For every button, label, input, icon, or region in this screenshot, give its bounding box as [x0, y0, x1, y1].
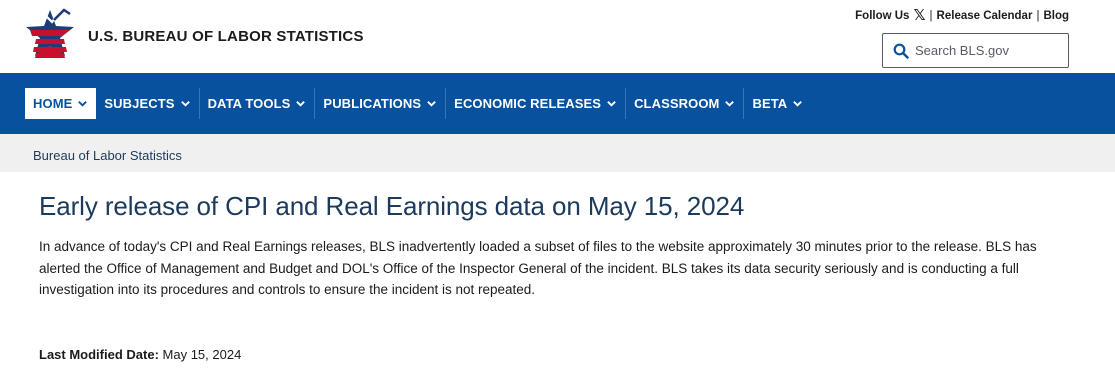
nav-item-classroom[interactable]: CLASSROOM: [626, 88, 743, 119]
chevron-down-icon: [607, 101, 616, 107]
main-nav: HOME SUBJECTS DATA TOOLS PUBLICATIONS EC…: [0, 73, 1115, 134]
notice-paragraph: In advance of today's CPI and Real Earni…: [39, 239, 1037, 297]
search-icon[interactable]: [893, 43, 909, 59]
site-header: U.S. BUREAU OF LABOR STATISTICS Follow U…: [0, 0, 1115, 73]
search-input[interactable]: [915, 43, 1065, 58]
blog-link[interactable]: Blog: [1043, 10, 1069, 22]
search-box[interactable]: [882, 33, 1069, 68]
breadcrumb-link-home[interactable]: Bureau of Labor Statistics: [33, 148, 182, 163]
nav-item-label: PUBLICATIONS: [323, 96, 422, 111]
last-modified-value: May 15, 2024: [162, 347, 242, 362]
nav-item-economic-releases[interactable]: ECONOMIC RELEASES: [446, 88, 625, 119]
last-modified-label: Last Modified Date:: [39, 347, 159, 362]
nav-item-label: DATA TOOLS: [207, 96, 291, 111]
nav-item-data-tools[interactable]: DATA TOOLS: [200, 88, 315, 119]
nav-item-label: HOME: [33, 96, 73, 111]
release-calendar-link[interactable]: Release Calendar: [937, 10, 1033, 22]
x-social-icon[interactable]: 𝕏: [913, 8, 925, 23]
link-separator: |: [929, 9, 933, 22]
chevron-down-icon: [78, 101, 88, 107]
nav-item-beta[interactable]: BETA: [744, 88, 811, 119]
bls-star-logo-icon: [26, 8, 74, 58]
chevron-down-icon: [296, 101, 306, 107]
page-title: Early release of CPI and Real Earnings d…: [39, 191, 745, 221]
nav-item-label: ECONOMIC RELEASES: [454, 96, 602, 111]
nav-item-home[interactable]: HOME: [25, 88, 97, 119]
nav-item-label: CLASSROOM: [634, 96, 720, 111]
nav-item-publications[interactable]: PUBLICATIONS: [315, 88, 445, 119]
chevron-down-icon: [725, 101, 735, 107]
bls-logo-link[interactable]: U.S. BUREAU OF LABOR STATISTICS: [24, 6, 363, 64]
utility-links: Follow Us 𝕏 | Release Calendar | Blog: [855, 8, 1069, 23]
nav-item-subjects[interactable]: SUBJECTS: [96, 88, 198, 119]
follow-us-label: Follow Us: [855, 9, 910, 22]
nav-item-label: BETA: [752, 96, 788, 111]
breadcrumb: Bureau of Labor Statistics: [0, 134, 1115, 172]
agency-name: U.S. BUREAU OF LABOR STATISTICS: [88, 28, 364, 45]
chevron-down-icon: [793, 101, 803, 107]
last-modified: Last Modified Date: May 15, 2024: [39, 347, 241, 362]
chevron-down-icon: [180, 101, 190, 107]
nav-item-label: SUBJECTS: [104, 96, 175, 111]
chevron-down-icon: [427, 101, 436, 107]
link-separator: |: [1036, 9, 1040, 22]
